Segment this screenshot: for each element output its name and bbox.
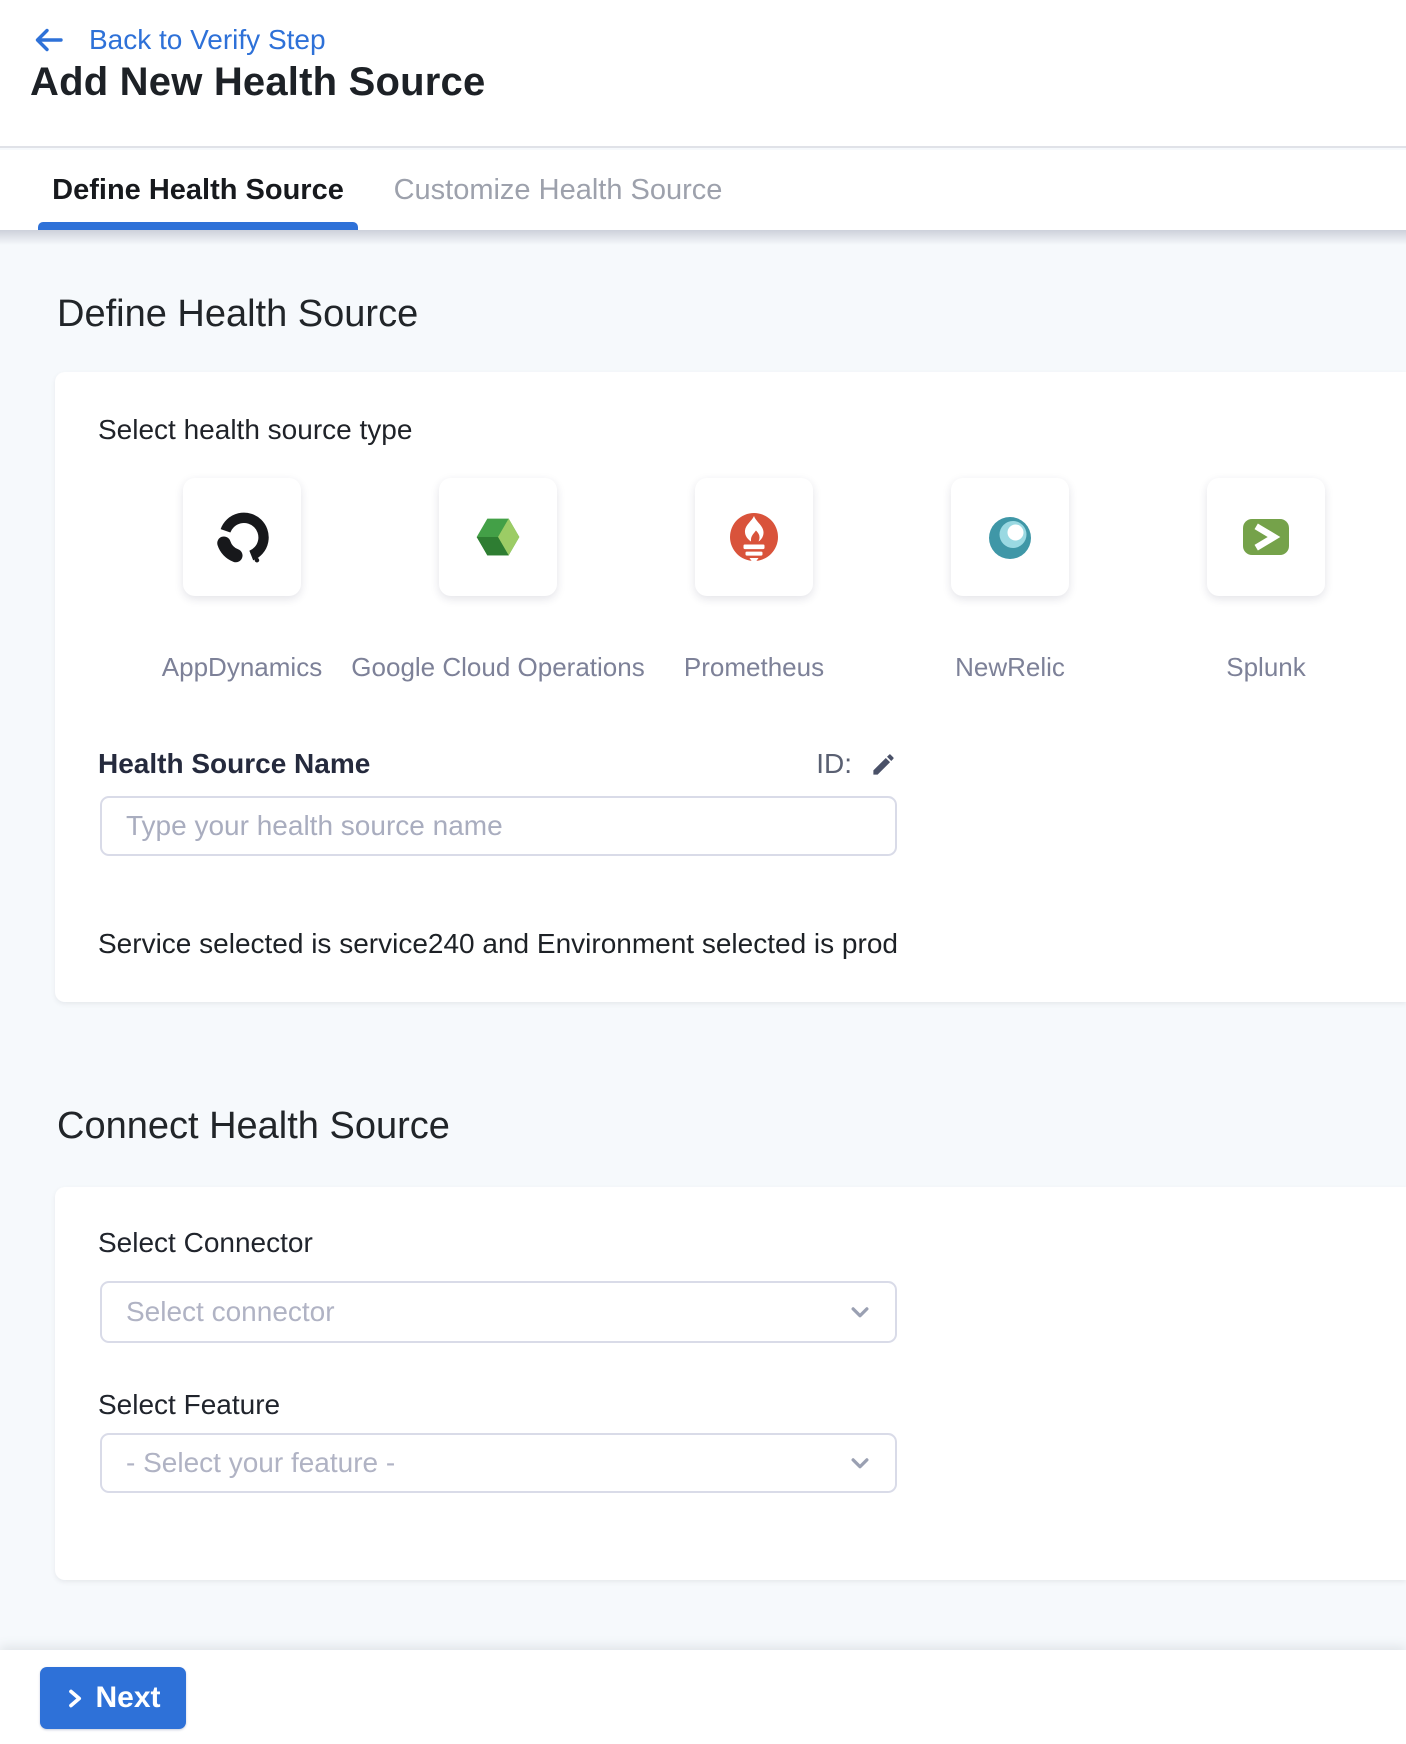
service-environment-note: Service selected is service240 and Envir… [98,928,898,960]
id-row: ID: [816,748,897,780]
tab-define-health-source[interactable]: Define Health Source [38,150,358,230]
select-type-label: Select health source type [98,414,412,446]
back-to-verify-link[interactable]: Back to Verify Step [33,18,326,62]
source-label-splunk: Splunk [1096,652,1406,683]
edit-id-button[interactable] [870,751,897,778]
connect-section-heading: Connect Health Source [57,1104,450,1148]
tab-define-label: Define Health Source [52,174,344,207]
add-health-source-page: Back to Verify Step Add New Health Sourc… [0,0,1406,1744]
define-section-heading: Define Health Source [57,292,418,336]
connector-dropdown-value: Select connector [126,1296,335,1328]
appdynamics-icon [209,504,275,570]
source-tile-prometheus[interactable] [695,478,813,596]
health-source-name-label: Health Source Name [98,748,370,780]
arrow-left-icon [33,26,65,54]
chevron-down-icon [845,1297,875,1327]
active-tab-underline [38,222,358,230]
pencil-icon [870,751,897,778]
source-tile-appdynamics[interactable] [183,478,301,596]
splunk-icon [1234,505,1298,569]
tab-bar: Define Health Source Customize Health So… [0,150,1406,230]
source-tile-google-cloud-operations[interactable] [439,478,557,596]
feature-dropdown-value: - Select your feature - [126,1447,395,1479]
chevron-down-icon [845,1448,875,1478]
tab-customize-label: Customize Health Source [394,174,723,207]
source-tile-newrelic[interactable] [951,478,1069,596]
health-source-name-input[interactable] [100,796,897,856]
define-health-source-card: Select health source type [55,372,1406,1002]
google-cloud-operations-icon [467,506,529,568]
select-connector-label: Select Connector [98,1227,313,1259]
select-feature-label: Select Feature [98,1389,280,1421]
tab-customize-health-source[interactable]: Customize Health Source [393,150,723,230]
prometheus-icon [722,505,786,569]
page-title: Add New Health Source [30,60,485,105]
newrelic-icon [978,505,1042,569]
connect-health-source-card: Select Connector Select connector Select… [55,1187,1406,1580]
page-header: Back to Verify Step Add New Health Sourc… [0,0,1406,148]
source-tile-splunk[interactable] [1207,478,1325,596]
next-button-label: Next [95,1681,160,1715]
connector-dropdown[interactable]: Select connector [100,1281,897,1343]
next-button[interactable]: Next [40,1667,186,1729]
back-link-label: Back to Verify Step [89,24,326,56]
chevron-right-icon [65,1688,84,1709]
tab-bar-shadow [0,230,1406,245]
id-label: ID: [816,748,852,780]
footer-bar: Next [0,1650,1406,1744]
feature-dropdown[interactable]: - Select your feature - [100,1433,897,1493]
